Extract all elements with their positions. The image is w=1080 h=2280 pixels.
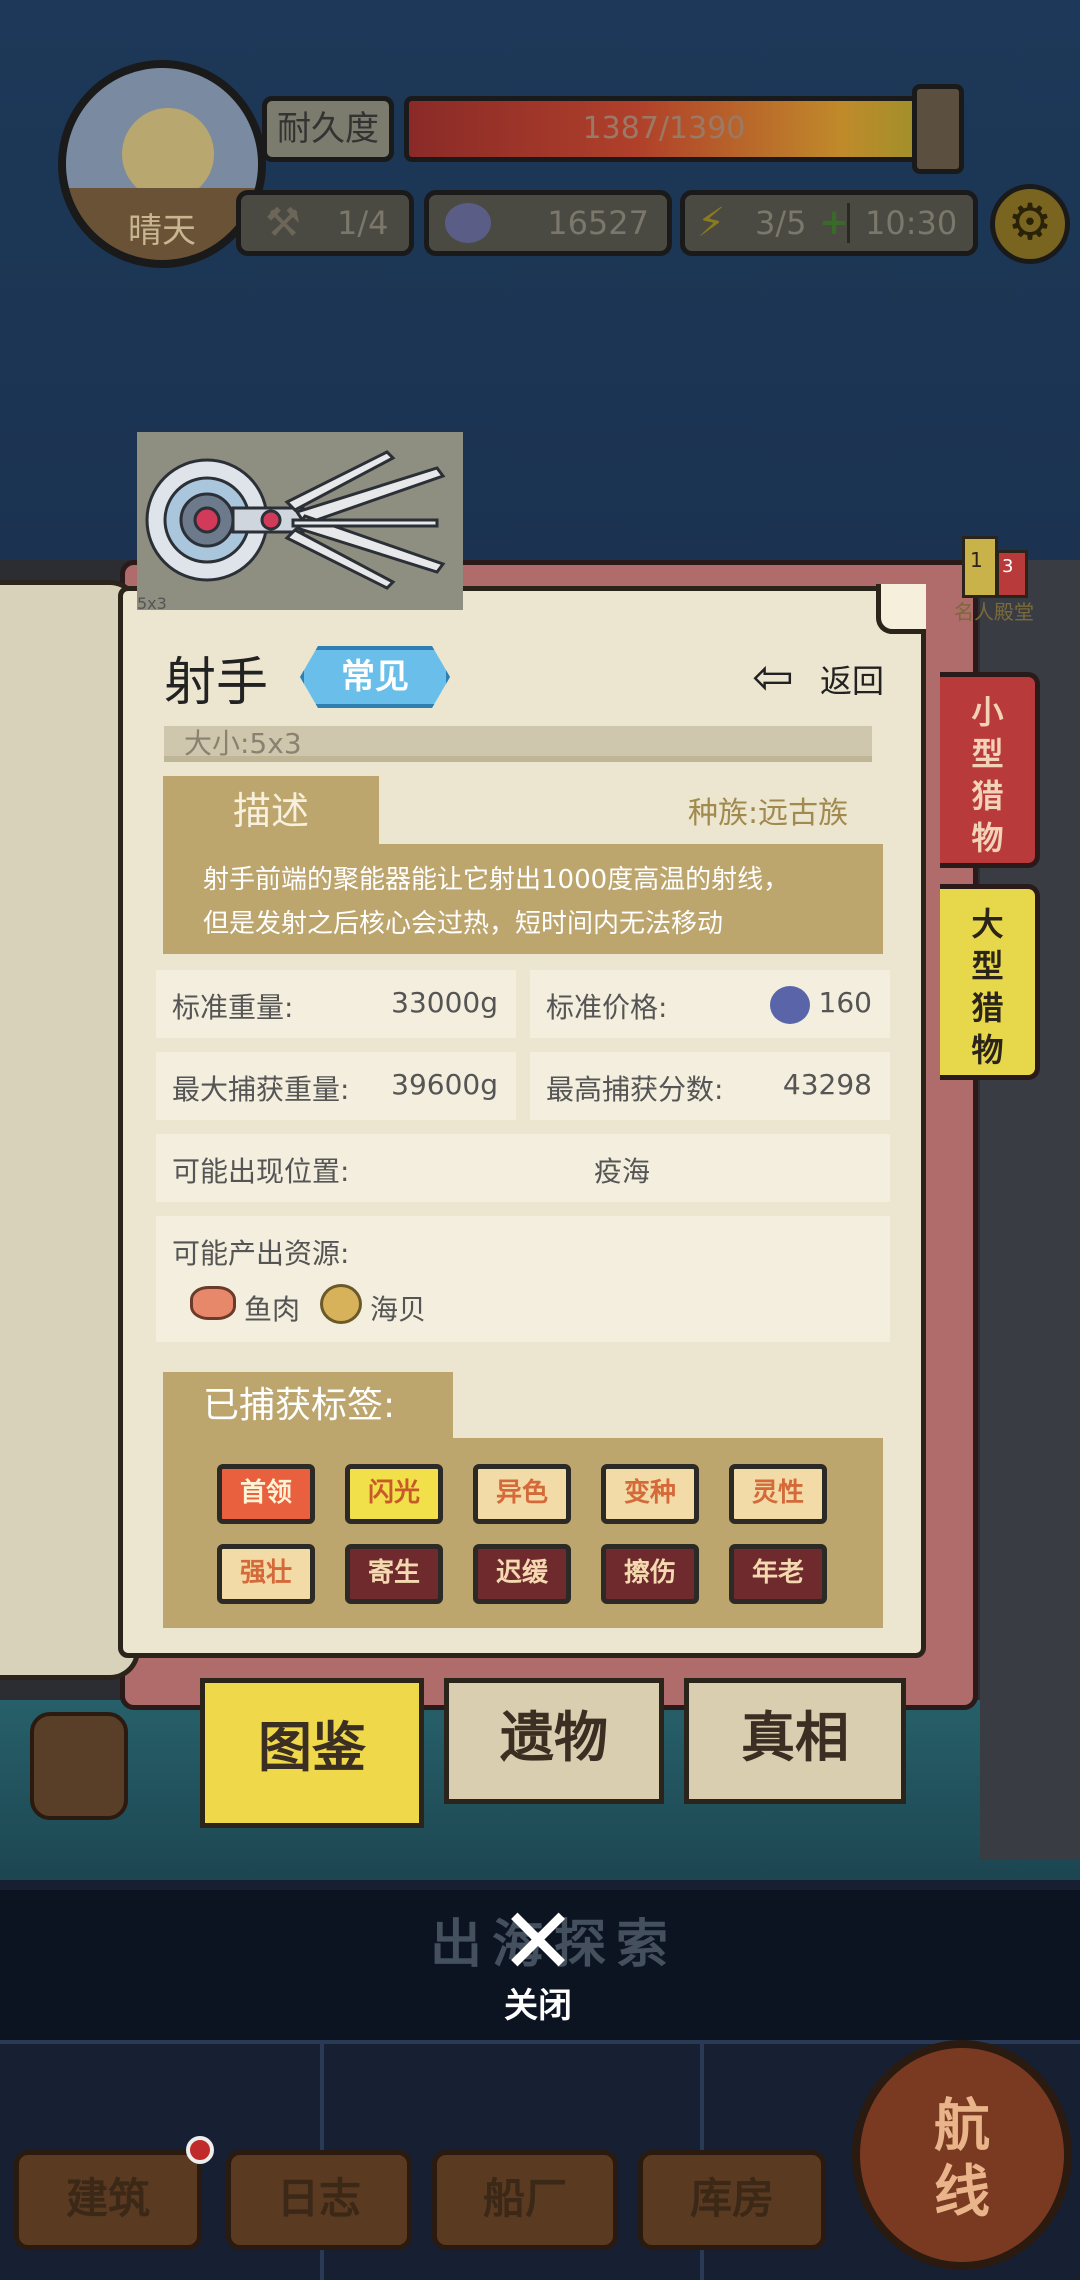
nav-shipyard[interactable]: 船厂: [432, 2150, 618, 2250]
description-line: 但是发射之后核心会过热，短时间内无法移动: [203, 909, 724, 939]
resource-label: 鱼肉: [244, 1293, 301, 1326]
stat-value: 33000g: [391, 986, 498, 1019]
max-score-cell: 最高捕获分数: 43298: [530, 1052, 890, 1120]
back-arrow-icon: ⇦: [752, 648, 794, 706]
settings-gear-icon[interactable]: ⚙: [990, 184, 1070, 264]
energy-timer: 10:30: [865, 204, 958, 242]
shell-currency-icon: [445, 203, 491, 243]
add-energy-icon[interactable]: +: [819, 195, 849, 251]
tools-counter[interactable]: ⚒ 1/4: [236, 190, 414, 256]
durability-label: 耐久度: [262, 96, 394, 162]
close-label[interactable]: 关闭: [470, 1978, 606, 2027]
stat-label: 可能出现位置:: [172, 1155, 350, 1188]
seashell-icon: [320, 1284, 362, 1324]
dock-rail: [0, 2040, 1080, 2044]
tag-badge: 灵性: [729, 1464, 827, 1524]
resources-cell: 可能产出资源: 鱼肉 海贝: [156, 1216, 890, 1342]
captured-tags-title: 已捕获标签:: [163, 1372, 453, 1440]
nav-build[interactable]: 建筑: [14, 2150, 202, 2250]
tab-small-prey[interactable]: 小型猎物: [940, 672, 1040, 868]
tab-relics[interactable]: 遗物: [444, 1678, 664, 1804]
nav-warehouse[interactable]: 库房: [638, 2150, 826, 2250]
stat-value: 39600g: [391, 1068, 498, 1101]
stat-label: 标准重量:: [172, 991, 294, 1024]
size-info: 大小:5x3: [164, 726, 872, 762]
tag-badge: 变种: [601, 1464, 699, 1524]
fish-meat-icon: [190, 1286, 236, 1320]
description-line: 射手前端的聚能器能让它射出1000度高温的射线，: [203, 865, 790, 895]
sun-icon: [122, 108, 214, 200]
tab-truth[interactable]: 真相: [684, 1678, 906, 1804]
rarity-badge: 常见: [300, 646, 450, 708]
lightning-icon: ⚡: [697, 200, 726, 246]
max-weight-cell: 最大捕获重量: 39600g: [156, 1052, 516, 1120]
nav-log[interactable]: 日志: [226, 2150, 412, 2250]
notification-dot: [186, 2136, 214, 2164]
creature-image: [137, 432, 463, 610]
ribbon-label: 名人殿堂: [954, 600, 1034, 624]
tab-large-prey[interactable]: 大型猎物: [940, 884, 1040, 1080]
tag-badge: 寄生: [345, 1544, 443, 1604]
tab-small-prey-label: 小型猎物: [971, 693, 1004, 857]
tag-badge: 擦伤: [601, 1544, 699, 1604]
shell-currency-icon: [770, 986, 810, 1024]
barrel-icon: [30, 1712, 128, 1820]
back-button[interactable]: ⇦ 返回: [752, 652, 892, 702]
thumbnail-size-label: 5x3: [137, 594, 167, 613]
route-label: 航线: [934, 2094, 990, 2225]
durability-bar-cap: [912, 84, 964, 174]
stat-label: 最大捕获重量:: [172, 1073, 350, 1106]
hammer-icon: ⚒: [265, 200, 301, 246]
divider: [847, 203, 850, 243]
stat-value: 43298: [782, 1068, 872, 1101]
stat-label: 标准价格:: [546, 991, 668, 1024]
tab-large-prey-label: 大型猎物: [971, 905, 1004, 1069]
energy-value: 3/5: [755, 204, 807, 242]
durability-bar: 1387/1390: [404, 96, 924, 162]
energy-counter[interactable]: ⚡ 3/5 + 10:30: [680, 190, 978, 256]
stat-label: 可能产出资源:: [172, 1237, 350, 1270]
location-value: 疫海: [594, 1155, 651, 1188]
standard-weight-cell: 标准重量: 33000g: [156, 970, 516, 1038]
ribbon-number: 3: [1002, 556, 1014, 577]
stat-label: 最高捕获分数:: [546, 1073, 724, 1106]
tools-value: 1/4: [337, 204, 389, 242]
durability-value: 1387/1390: [582, 111, 746, 146]
tag-badge: 强壮: [217, 1544, 315, 1604]
description-box: 射手前端的聚能器能让它射出1000度高温的射线， 但是发射之后核心会过热，短时间…: [163, 844, 883, 954]
captured-tags-box: 首领 闪光 异色 变种 灵性强壮 寄生 迟缓 擦伤 年老: [163, 1438, 883, 1628]
currency-counter[interactable]: 16527: [424, 190, 672, 256]
tag-badge: 闪光: [345, 1464, 443, 1524]
tag-badge: 迟缓: [473, 1544, 571, 1604]
tag-badge: 异色: [473, 1464, 571, 1524]
currency-value: 16527: [547, 204, 649, 242]
creature-name: 射手: [164, 653, 269, 713]
weather-indicator[interactable]: 晴天: [58, 60, 266, 268]
race-label: 种族:远古族: [688, 796, 849, 831]
hall-of-fame-ribbon[interactable]: 1 3 名人殿堂: [954, 530, 1034, 624]
resource-label: 海贝: [370, 1293, 427, 1326]
ribbon-number: 1: [970, 548, 983, 572]
tag-badge: 首领: [217, 1464, 315, 1524]
weather-label: 晴天: [128, 211, 196, 251]
stat-value: 160: [818, 986, 872, 1019]
back-label: 返回: [820, 662, 885, 700]
location-cell: 可能出现位置: 疫海: [156, 1134, 890, 1202]
route-button[interactable]: 航线: [852, 2040, 1072, 2270]
page-fold: [876, 584, 926, 634]
standard-price-cell: 标准价格: 160: [530, 970, 890, 1038]
tag-badge: 年老: [729, 1544, 827, 1604]
description-title: 描述: [163, 776, 379, 846]
close-icon[interactable]: ✕: [496, 1896, 580, 1988]
tab-codex[interactable]: 图鉴: [200, 1678, 424, 1828]
